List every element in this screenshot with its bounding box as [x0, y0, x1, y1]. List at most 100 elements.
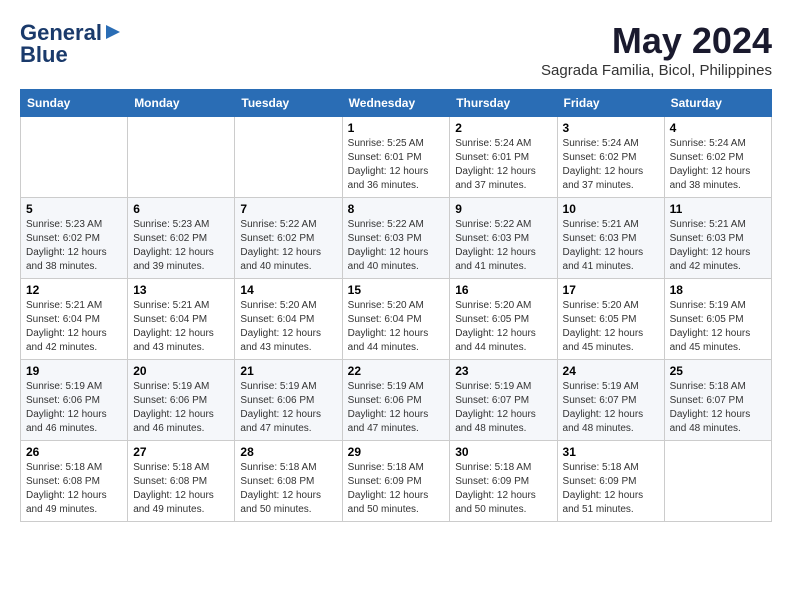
sunrise-text: Sunrise: 5:19 AM	[455, 381, 531, 392]
sunrise-text: Sunrise: 5:20 AM	[240, 300, 316, 311]
day-number: 31	[563, 445, 659, 459]
table-row: 3Sunrise: 5:24 AMSunset: 6:02 PMDaylight…	[557, 117, 664, 198]
daylight-text: Daylight: 12 hours and 50 minutes.	[240, 490, 321, 515]
day-number: 14	[240, 283, 336, 297]
logo-text-blue: Blue	[20, 42, 68, 68]
day-number: 1	[348, 121, 445, 135]
table-row: 18Sunrise: 5:19 AMSunset: 6:05 PMDayligh…	[664, 279, 771, 360]
daylight-text: Daylight: 12 hours and 48 minutes.	[670, 409, 751, 434]
daylight-text: Daylight: 12 hours and 40 minutes.	[348, 247, 429, 272]
table-row: 10Sunrise: 5:21 AMSunset: 6:03 PMDayligh…	[557, 198, 664, 279]
sunset-text: Sunset: 6:05 PM	[563, 314, 637, 325]
sunrise-text: Sunrise: 5:19 AM	[240, 381, 316, 392]
sunrise-text: Sunrise: 5:19 AM	[563, 381, 639, 392]
daylight-text: Daylight: 12 hours and 42 minutes.	[26, 328, 107, 353]
sunset-text: Sunset: 6:01 PM	[348, 152, 422, 163]
header-monday: Monday	[128, 90, 235, 117]
daylight-text: Daylight: 12 hours and 48 minutes.	[563, 409, 644, 434]
calendar-week-row: 26Sunrise: 5:18 AMSunset: 6:08 PMDayligh…	[21, 441, 772, 522]
table-row: 13Sunrise: 5:21 AMSunset: 6:04 PMDayligh…	[128, 279, 235, 360]
daylight-text: Daylight: 12 hours and 51 minutes.	[563, 490, 644, 515]
sunrise-text: Sunrise: 5:21 AM	[670, 219, 746, 230]
table-row: 14Sunrise: 5:20 AMSunset: 6:04 PMDayligh…	[235, 279, 342, 360]
calendar-week-row: 1 Sunrise: 5:25 AM Sunset: 6:01 PM Daylight…	[21, 117, 772, 198]
day-number: 23	[455, 364, 551, 378]
sunrise-text: Sunrise: 5:18 AM	[563, 462, 639, 473]
daylight-text: Daylight: 12 hours and 39 minutes.	[133, 247, 214, 272]
sunset-text: Sunset: 6:02 PM	[563, 152, 637, 163]
sunset-text: Sunset: 6:07 PM	[563, 395, 637, 406]
sunrise-text: Sunrise: 5:21 AM	[563, 219, 639, 230]
calendar-week-row: 19Sunrise: 5:19 AMSunset: 6:06 PMDayligh…	[21, 360, 772, 441]
day-number: 5	[26, 202, 122, 216]
daylight-text: Daylight: 12 hours and 44 minutes.	[348, 328, 429, 353]
day-number: 28	[240, 445, 336, 459]
table-row: 4 Sunrise: 5:24 AM Sunset: 6:02 PM Daylight…	[664, 117, 771, 198]
sunset-text: Sunset: 6:02 PM	[670, 152, 744, 163]
sunset-text: Sunset: 6:07 PM	[670, 395, 744, 406]
calendar-week-row: 5 Sunrise: 5:23 AM Sunset: 6:02 PM Daylight…	[21, 198, 772, 279]
sunset-text: Sunset: 6:09 PM	[563, 476, 637, 487]
daylight-text: Daylight: 12 hours and 38 minutes.	[670, 166, 751, 191]
daylight-text: Daylight: 12 hours and 50 minutes.	[348, 490, 429, 515]
sunset-text: Sunset: 6:06 PM	[240, 395, 314, 406]
sunrise-text: Sunrise: 5:25 AM	[348, 138, 424, 149]
table-row: 27Sunrise: 5:18 AMSunset: 6:08 PMDayligh…	[128, 441, 235, 522]
calendar-week-row: 12 Sunrise: 5:21 AM Sunset: 6:04 PM Dayligh…	[21, 279, 772, 360]
sunset-text: Sunset: 6:09 PM	[348, 476, 422, 487]
day-number: 12	[26, 283, 122, 297]
table-row: 31 Sunrise: 5:18 AM Sunset: 6:09 PM Dayligh…	[557, 441, 664, 522]
sunrise-text: Sunrise: 5:18 AM	[133, 462, 209, 473]
day-number: 9	[455, 202, 551, 216]
day-number: 24	[563, 364, 659, 378]
header-friday: Friday	[557, 90, 664, 117]
daylight-text: Daylight: 12 hours and 40 minutes.	[240, 247, 321, 272]
table-row: 29Sunrise: 5:18 AMSunset: 6:09 PMDayligh…	[342, 441, 450, 522]
day-number: 22	[348, 364, 445, 378]
day-number: 13	[133, 283, 229, 297]
sunrise-text: Sunrise: 5:23 AM	[26, 219, 102, 230]
table-row: 7Sunrise: 5:22 AMSunset: 6:02 PMDaylight…	[235, 198, 342, 279]
sunrise-text: Sunrise: 5:19 AM	[348, 381, 424, 392]
day-number: 20	[133, 364, 229, 378]
table-row: 1Sunrise: 5:25 AMSunset: 6:01 PMDaylight…	[342, 117, 450, 198]
sunrise-text: Sunrise: 5:21 AM	[26, 300, 102, 311]
sunrise-text: Sunrise: 5:24 AM	[563, 138, 639, 149]
table-row	[664, 441, 771, 522]
daylight-text: Daylight: 12 hours and 47 minutes.	[348, 409, 429, 434]
title-section: May 2024 Sagrada Familia, Bicol, Philipp…	[541, 20, 772, 79]
table-row: 6Sunrise: 5:23 AMSunset: 6:02 PMDaylight…	[128, 198, 235, 279]
sunset-text: Sunset: 6:06 PM	[348, 395, 422, 406]
header-saturday: Saturday	[664, 90, 771, 117]
daylight-text: Daylight: 12 hours and 47 minutes.	[240, 409, 321, 434]
table-row: 2Sunrise: 5:24 AMSunset: 6:01 PMDaylight…	[450, 117, 557, 198]
day-number: 4	[670, 121, 766, 135]
sunset-text: Sunset: 6:02 PM	[133, 233, 207, 244]
sunrise-text: Sunrise: 5:18 AM	[240, 462, 316, 473]
day-number: 11	[670, 202, 766, 216]
sunset-text: Sunset: 6:04 PM	[26, 314, 100, 325]
header-sunday: Sunday	[21, 90, 128, 117]
sunset-text: Sunset: 6:03 PM	[348, 233, 422, 244]
day-number: 18	[670, 283, 766, 297]
sunrise-text: Sunrise: 5:24 AM	[670, 138, 746, 149]
sunrise-text: Sunrise: 5:22 AM	[455, 219, 531, 230]
table-row: 19Sunrise: 5:19 AMSunset: 6:06 PMDayligh…	[21, 360, 128, 441]
sunrise-text: Sunrise: 5:20 AM	[455, 300, 531, 311]
header-tuesday: Tuesday	[235, 90, 342, 117]
day-number: 25	[670, 364, 766, 378]
daylight-text: Daylight: 12 hours and 41 minutes.	[563, 247, 644, 272]
sunset-text: Sunset: 6:08 PM	[133, 476, 207, 487]
table-row: 24 Sunrise: 5:19 AM Sunset: 6:07 PM Dayligh…	[557, 360, 664, 441]
sunrise-text: Sunrise: 5:22 AM	[240, 219, 316, 230]
daylight-text: Daylight: 12 hours and 42 minutes.	[670, 247, 751, 272]
sunrise-text: Sunrise: 5:19 AM	[133, 381, 209, 392]
sunset-text: Sunset: 6:04 PM	[240, 314, 314, 325]
calendar-table: Sunday Monday Tuesday Wednesday Thursday…	[20, 89, 772, 522]
sunset-text: Sunset: 6:02 PM	[26, 233, 100, 244]
sunrise-text: Sunrise: 5:23 AM	[133, 219, 209, 230]
table-row: 22 Sunrise: 5:19 AM Sunset: 6:06 PM Dayligh…	[342, 360, 450, 441]
day-number: 17	[563, 283, 659, 297]
table-row: 16Sunrise: 5:20 AMSunset: 6:05 PMDayligh…	[450, 279, 557, 360]
sunset-text: Sunset: 6:06 PM	[26, 395, 100, 406]
